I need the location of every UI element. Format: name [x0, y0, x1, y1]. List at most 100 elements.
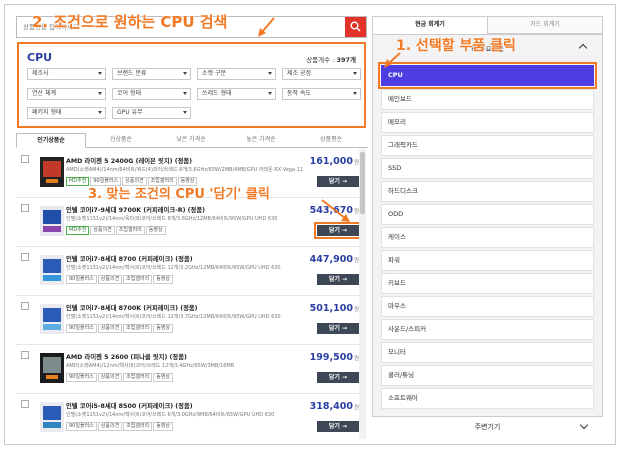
- filter-dropdown-architecture[interactable]: 연산 체계: [27, 88, 106, 100]
- category-item-cooler[interactable]: 쿨러/튜닝: [381, 365, 594, 386]
- category-item-sound[interactable]: 사운드/스피커: [381, 319, 594, 340]
- tag-video[interactable]: 동영상: [145, 226, 166, 235]
- product-tags: 90일플러스 상품의견 조립갤러리 동영상: [66, 372, 174, 382]
- filter-dropdown-process[interactable]: 제조 공정: [282, 68, 361, 80]
- select-checkbox[interactable]: [21, 253, 29, 261]
- tag-90day[interactable]: 90일플러스: [66, 275, 97, 284]
- filter-dropdown-core[interactable]: 코어 형태: [112, 88, 191, 100]
- tag-video[interactable]: 동영상: [153, 275, 173, 284]
- tag-gallery[interactable]: 조립갤러리: [123, 324, 153, 333]
- search-icon: [350, 21, 361, 32]
- filter-box: CPU 상품개수 : 397개 제조사 브랜드 분류 소켓 구분 제조 공정 연…: [17, 42, 366, 128]
- annotation-step-1: 1. 선택할 부품 클릭: [396, 38, 516, 54]
- category-item-software[interactable]: 소프트웨어: [381, 388, 594, 409]
- peripheral-section[interactable]: 주변기기: [372, 416, 603, 436]
- filter-dropdown-manufacturer[interactable]: 제조사: [27, 68, 106, 80]
- product-name[interactable]: 인텔 코어i5-8세대 8500 (커피레이크) (정품): [66, 401, 193, 410]
- filter-dropdown-brand[interactable]: 브랜드 분류: [112, 68, 191, 80]
- tag-video[interactable]: 동영상: [153, 324, 173, 333]
- tag-video[interactable]: 동영상: [153, 373, 173, 382]
- tab-low-price[interactable]: 낮은 가격순: [156, 133, 226, 148]
- tab-cash[interactable]: 현금 회계기: [372, 16, 488, 34]
- category-item-keyboard[interactable]: 키보드: [381, 273, 594, 294]
- category-panel: PC주요부품 CPU 메인보드 메모리 그래픽카드 SSD 하드디스크 ODD …: [372, 34, 603, 432]
- list-item: AMD 라이젠 5 2600 (피나클 릿지) (정품) AMD(소켓AM4)/…: [16, 345, 359, 394]
- category-item-hdd[interactable]: 하드디스크: [381, 181, 594, 202]
- category-item-graphics[interactable]: 그래픽카드: [381, 135, 594, 156]
- tag-gallery[interactable]: 조립갤러리: [123, 373, 153, 382]
- product-name[interactable]: 인텔 코어i7-8세대 8700K (커피레이크) (정품): [66, 303, 198, 312]
- category-item-cpu[interactable]: CPU: [378, 62, 597, 89]
- tag-gallery[interactable]: 조립갤러리: [123, 275, 153, 284]
- category-item-ssd[interactable]: SSD: [381, 158, 594, 179]
- select-checkbox[interactable]: [21, 302, 29, 310]
- add-to-cart-button[interactable]: 담기 →: [317, 372, 359, 383]
- filter-dropdown-socket[interactable]: 소켓 구분: [197, 68, 276, 80]
- list-item: 인텔 코어i7-9세대 9700K (커피레이크-R) (정품) 인텔(소켓11…: [16, 198, 362, 247]
- annotation-step-2: 2. 조건으로 원하는 CPU 검색: [32, 13, 228, 31]
- filter-dropdown-clock[interactable]: 동작 속도: [282, 88, 361, 100]
- product-spec: 인텔(소켓1151v2)/14nm/헥사(6)코어/쓰레드 12개/3.7GHz…: [66, 314, 281, 320]
- product-tags: 90일플러스 상품의견 조립갤러리 동영상: [66, 274, 174, 284]
- add-to-cart-button[interactable]: 담기 →: [317, 274, 359, 285]
- search-button[interactable]: [345, 17, 366, 37]
- filter-dropdown-thread[interactable]: 쓰레드 형태: [197, 88, 276, 100]
- tag-90day[interactable]: 90일플러스: [66, 373, 97, 382]
- tag-reviews[interactable]: 상품의견: [97, 324, 123, 333]
- tag-reviews[interactable]: 상품의견: [90, 226, 115, 235]
- chevron-down-icon: [353, 72, 357, 75]
- product-price: 501,100원: [309, 303, 359, 314]
- tag-90day[interactable]: 90일플러스: [66, 324, 97, 333]
- filter-dropdown-gpu[interactable]: GPU 유무: [112, 107, 191, 119]
- category-item-case[interactable]: 케이스: [381, 227, 594, 248]
- tab-newest[interactable]: 신상품순: [86, 133, 156, 148]
- add-to-cart-button[interactable]: 담기 →: [317, 421, 359, 432]
- product-name[interactable]: AMD 라이젠 5 2400G (레이븐 릿지) (정품): [66, 156, 192, 165]
- tab-high-price[interactable]: 높은 가격순: [226, 133, 296, 148]
- sort-tabs: 인기상품순 신상품순 낮은 가격순 높은 가격순 상품평순: [16, 133, 368, 148]
- chevron-down-icon: [98, 92, 102, 95]
- tab-popular[interactable]: 인기상품순: [16, 133, 86, 148]
- product-name[interactable]: AMD 라이젠 5 2600 (피나클 릿지) (정품): [66, 352, 187, 361]
- product-spec: AMD(소켓AM4)/14nm/64비트/쿼드(4)코어/쓰레드 8개/3.6G…: [66, 167, 304, 173]
- chevron-down-icon: [98, 111, 102, 114]
- list-item: 인텔 코어i7-8세대 8700 (커피레이크) (정품) 인텔(소켓1151v…: [16, 247, 359, 296]
- select-checkbox[interactable]: [21, 351, 29, 359]
- add-to-cart-button[interactable]: 담기 →: [317, 323, 359, 334]
- product-tags: 90일플러스 상품의견 조립갤러리 동영상: [66, 421, 174, 431]
- tag-90day[interactable]: 90일플러스: [66, 422, 97, 431]
- tab-card[interactable]: 카드 회계기: [487, 16, 603, 34]
- product-name[interactable]: 인텔 코어i7-9세대 9700K (커피레이크-R) (정품): [66, 205, 205, 214]
- product-tags: 90일플러스 상품의견 조립갤러리 동영상: [66, 323, 174, 333]
- product-spec: 인텔(소켓1151v2)/14nm/헥사(6)코어/쓰레드 6개/3.0GHz/…: [66, 412, 275, 418]
- product-name[interactable]: 인텔 코어i7-8세대 8700 (커피레이크) (정품): [66, 254, 193, 263]
- category-item-monitor[interactable]: 모니터: [381, 342, 594, 363]
- chevron-down-icon: [98, 72, 102, 75]
- tag-reviews[interactable]: 상품의견: [97, 275, 123, 284]
- tag-md-pick: MD추천: [66, 177, 90, 186]
- select-checkbox[interactable]: [21, 155, 29, 163]
- tag-gallery[interactable]: 조립갤러리: [123, 422, 153, 431]
- select-checkbox[interactable]: [21, 204, 29, 212]
- category-item-power[interactable]: 파워: [381, 250, 594, 271]
- select-checkbox[interactable]: [21, 400, 29, 408]
- product-price: 161,000원: [309, 156, 359, 167]
- list-scrollbar-thumb[interactable]: [360, 152, 365, 214]
- category-item-mainboard[interactable]: 메인보드: [381, 89, 594, 110]
- category-item-odd[interactable]: ODD: [381, 204, 594, 225]
- category-item-mouse[interactable]: 마우스: [381, 296, 594, 317]
- tag-video[interactable]: 동영상: [153, 422, 173, 431]
- product-price: 447,900원: [309, 254, 359, 265]
- product-spec: 인텔(소켓1151v2)/14nm/옥타(8)코어/쓰레드 8개/3.6GHz/…: [66, 216, 278, 222]
- add-to-cart-button[interactable]: 담기 →: [317, 176, 359, 187]
- filter-dropdown-package[interactable]: 패키지 형태: [27, 107, 106, 119]
- tag-reviews[interactable]: 상품의견: [97, 373, 123, 382]
- tag-reviews[interactable]: 상품의견: [97, 422, 123, 431]
- product-spec: AMD(소켓AM4)/12nm/헥사(6)코어/쓰레드 12개/3.4GHz/6…: [66, 363, 235, 369]
- tag-gallery[interactable]: 조립갤러리: [115, 226, 145, 235]
- tab-reviews[interactable]: 상품평순: [296, 133, 366, 148]
- category-item-memory[interactable]: 메모리: [381, 112, 594, 133]
- product-count: 상품개수 : 397개: [306, 56, 356, 64]
- chevron-down-icon: [268, 72, 272, 75]
- add-to-cart-button[interactable]: 담기 →: [314, 222, 362, 239]
